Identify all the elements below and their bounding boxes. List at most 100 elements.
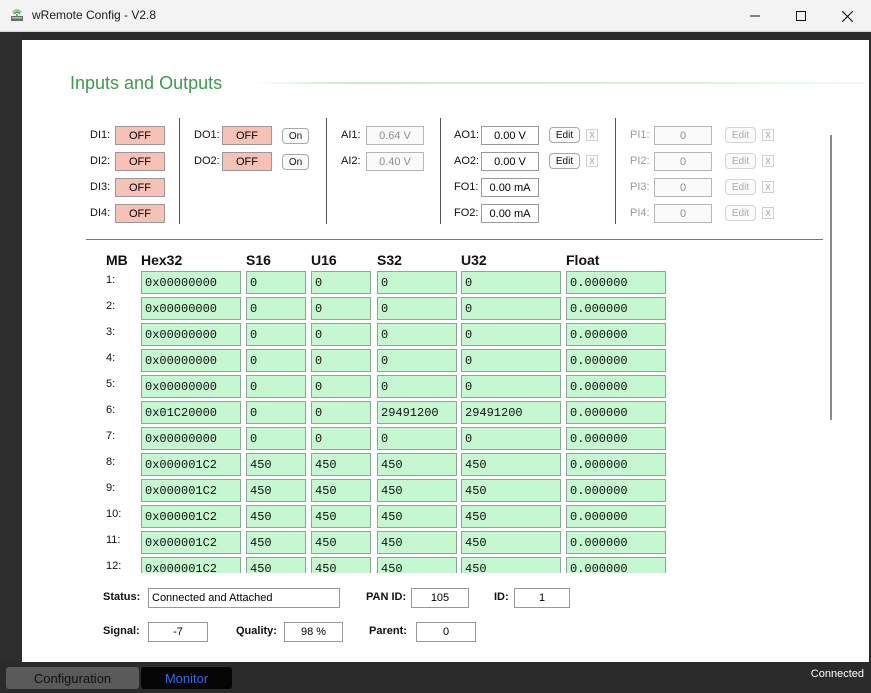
cell-hex32: 0x000001C2: [141, 505, 241, 528]
pi1-clear-button: X: [762, 129, 774, 141]
ao1-edit-button[interactable]: Edit: [549, 127, 580, 143]
do2-on-button[interactable]: On: [282, 154, 309, 170]
pan-id-field: 105: [411, 588, 469, 608]
di4-label: DI4:: [90, 207, 111, 219]
quality-label: Quality:: [236, 625, 277, 637]
ai1-value: 0.64 V: [366, 126, 424, 145]
connection-status: Connected: [810, 668, 864, 680]
column-header-mb: MB: [106, 252, 128, 268]
divider: [179, 118, 180, 224]
cell-u32: 0: [461, 271, 561, 294]
cell-s16: 0: [246, 375, 306, 398]
cell-u32: 29491200: [461, 401, 561, 424]
cell-float: 0.000000: [566, 427, 666, 450]
signal-field: -7: [148, 622, 208, 642]
pi3-edit-button: Edit: [725, 179, 756, 195]
close-button[interactable]: [824, 0, 870, 32]
cell-u16: 0: [311, 375, 371, 398]
ai2-value: 0.40 V: [366, 152, 424, 171]
row-label: 12:: [106, 560, 122, 572]
column-header-s16: S16: [246, 252, 271, 268]
bottom-bar: Configuration Monitor Connected: [0, 662, 871, 693]
scrollbar-thumb[interactable]: [830, 135, 832, 420]
cell-u32: 450: [461, 453, 561, 476]
minimize-button[interactable]: [732, 0, 778, 32]
cell-s16: 450: [246, 531, 306, 554]
section-divider: [86, 239, 823, 240]
window-title: wRemote Config - V2.8: [32, 8, 157, 22]
cell-u16: 0: [311, 349, 371, 372]
ao1-clear-button[interactable]: X: [586, 129, 598, 141]
cell-hex32: 0x000001C2: [141, 531, 241, 554]
column-header-hex32: Hex32: [141, 252, 183, 268]
cell-hex32: 0x00000000: [141, 297, 241, 320]
cell-u16: 450: [311, 505, 371, 528]
cell-u32: 450: [461, 505, 561, 528]
ao1-value[interactable]: 0.00 V: [481, 126, 539, 145]
di4-state: OFF: [115, 204, 165, 223]
app-icon: [11, 9, 23, 21]
cell-s16: 0: [246, 297, 306, 320]
maximize-button[interactable]: [778, 0, 824, 32]
cell-s32: 450: [377, 557, 457, 573]
cell-s32: 29491200: [377, 401, 457, 424]
cell-s32: 0: [377, 271, 457, 294]
ai1-label: AI1:: [341, 129, 361, 141]
do1-on-button[interactable]: On: [282, 128, 309, 144]
di2-state: OFF: [115, 152, 165, 171]
cell-s32: 0: [377, 427, 457, 450]
cell-s32: 0: [377, 297, 457, 320]
status-field: Connected and Attached: [148, 588, 340, 608]
cell-hex32: 0x00000000: [141, 271, 241, 294]
row-label: 5:: [106, 378, 116, 390]
cell-u16: 0: [311, 323, 371, 346]
cell-u32: 0: [461, 297, 561, 320]
left-strip: [1, 32, 22, 662]
di1-label: DI1:: [90, 129, 111, 141]
pi2-value: 0: [654, 152, 712, 171]
cell-float: 0.000000: [566, 401, 666, 424]
pi2-clear-button: X: [762, 155, 774, 167]
cell-hex32: 0x000001C2: [141, 479, 241, 502]
fo2-value[interactable]: 0.00 mA: [481, 204, 539, 223]
parent-label: Parent:: [369, 625, 407, 637]
cell-s16: 450: [246, 479, 306, 502]
cell-float: 0.000000: [566, 531, 666, 554]
ai2-label: AI2:: [341, 155, 361, 167]
row-label: 2:: [106, 300, 116, 312]
divider: [615, 118, 616, 224]
cell-u16: 0: [311, 271, 371, 294]
divider: [326, 118, 327, 224]
cell-s32: 0: [377, 349, 457, 372]
row-label: 9:: [106, 482, 116, 494]
ao2-clear-button[interactable]: X: [586, 155, 598, 167]
vertical-scrollbar[interactable]: [825, 115, 840, 573]
signal-label: Signal:: [103, 625, 140, 637]
di3-label: DI3:: [90, 181, 111, 193]
fo1-value[interactable]: 0.00 mA: [481, 178, 539, 197]
pi3-label: PI3:: [630, 181, 650, 193]
cell-hex32: 0x00000000: [141, 375, 241, 398]
cell-float: 0.000000: [566, 323, 666, 346]
cell-s16: 450: [246, 453, 306, 476]
ao2-edit-button[interactable]: Edit: [549, 153, 580, 169]
cell-u32: 0: [461, 323, 561, 346]
cell-float: 0.000000: [566, 557, 666, 573]
minimize-icon: [750, 15, 760, 17]
pi4-value: 0: [654, 204, 712, 223]
tab-configuration[interactable]: Configuration: [6, 667, 139, 689]
cell-hex32: 0x000001C2: [141, 557, 241, 573]
cell-s32: 0: [377, 323, 457, 346]
cell-float: 0.000000: [566, 453, 666, 476]
cell-u32: 0: [461, 375, 561, 398]
do2-label: DO2:: [194, 155, 220, 167]
cell-s32: 450: [377, 531, 457, 554]
cell-float: 0.000000: [566, 375, 666, 398]
tab-monitor[interactable]: Monitor: [141, 667, 232, 689]
cell-hex32: 0x01C20000: [141, 401, 241, 424]
cell-float: 0.000000: [566, 349, 666, 372]
pi3-value: 0: [654, 178, 712, 197]
quality-field: 98 %: [284, 622, 343, 642]
title-rule: [254, 82, 866, 84]
ao2-value[interactable]: 0.00 V: [481, 152, 539, 171]
